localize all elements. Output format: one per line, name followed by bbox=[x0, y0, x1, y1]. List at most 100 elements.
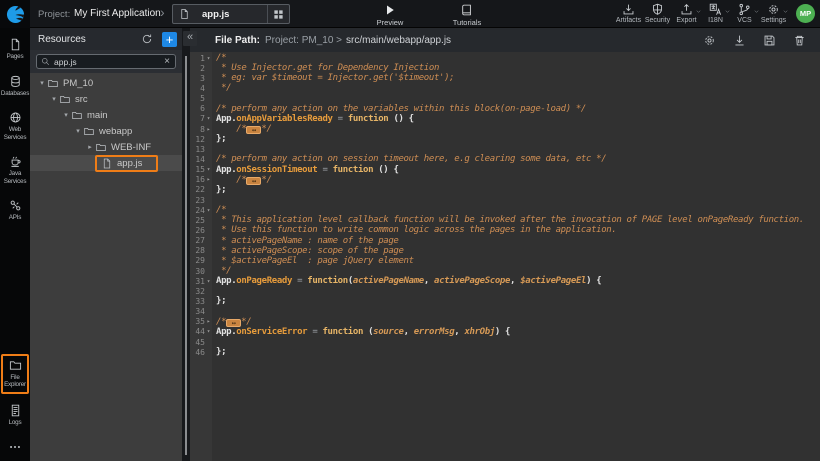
sidebar-item-pages[interactable]: Pages bbox=[0, 35, 30, 65]
code-line-14[interactable]: 14/* perform any action on session timeo… bbox=[190, 154, 820, 164]
tree-expand-icon[interactable]: ▾ bbox=[49, 95, 59, 103]
code-line-31[interactable]: 31▾App.onPageReady = function(activePage… bbox=[190, 276, 820, 286]
code-token: onPageReady bbox=[236, 276, 292, 286]
code-line-33[interactable]: 33}; bbox=[190, 296, 820, 306]
code-line-45[interactable]: 45 bbox=[190, 337, 820, 347]
code-line-5[interactable]: 5 bbox=[190, 94, 820, 104]
code-line-7[interactable]: 7▾App.onAppVariablesReady = function () … bbox=[190, 114, 820, 124]
code-line-32[interactable]: 32 bbox=[190, 286, 820, 296]
code-line-44[interactable]: 44▾App.onServiceError = function (source… bbox=[190, 327, 820, 337]
tree-item-src[interactable]: ▾ src bbox=[30, 91, 182, 107]
fold-toggle-icon[interactable]: ▾ bbox=[205, 207, 212, 214]
code-line-24[interactable]: 24▾/* bbox=[190, 205, 820, 215]
project-label: Project: bbox=[38, 9, 70, 20]
collapsed-code-icon[interactable]: ↔ bbox=[246, 126, 261, 134]
preview-button[interactable]: Preview bbox=[366, 4, 414, 27]
sidebar-more-button[interactable] bbox=[0, 437, 30, 461]
save-button[interactable] bbox=[763, 34, 776, 47]
code-line-15[interactable]: 15▾App.onSessionTimeout = function () { bbox=[190, 165, 820, 175]
tree-expand-icon[interactable]: ▾ bbox=[37, 79, 47, 87]
tree-item-main[interactable]: ▾main bbox=[30, 107, 182, 123]
tree-item-label: src bbox=[75, 94, 88, 105]
fold-toggle-icon[interactable]: ▾ bbox=[205, 328, 212, 335]
code-line-35[interactable]: 35▸/*↔*/ bbox=[190, 317, 820, 327]
tutorials-button[interactable]: Tutorials bbox=[443, 4, 491, 27]
code-line-16[interactable]: 16▸ /*↔*/ bbox=[190, 175, 820, 185]
tree-expand-icon[interactable]: ▾ bbox=[73, 127, 83, 135]
line-number: 28 bbox=[190, 246, 205, 255]
fold-toggle-icon[interactable]: ▸ bbox=[205, 318, 212, 325]
database-icon bbox=[9, 75, 22, 88]
sidebar-item-label: Logs bbox=[9, 419, 22, 427]
gear-button[interactable] bbox=[703, 34, 716, 47]
code-line-4[interactable]: 4 */ bbox=[190, 83, 820, 93]
sidebar-item-web-services[interactable]: Web Services bbox=[0, 108, 30, 145]
code-line-26[interactable]: 26 * Use this function to write common l… bbox=[190, 225, 820, 235]
tab-grid-button[interactable] bbox=[267, 5, 289, 23]
code-line-22[interactable]: 22}; bbox=[190, 185, 820, 195]
tree-item-pm-10[interactable]: ▾PM_10 bbox=[30, 75, 182, 91]
search-input[interactable]: app.js × bbox=[36, 54, 176, 69]
tree-expand-icon[interactable]: ▸ bbox=[85, 143, 95, 151]
fold-toggle-icon[interactable]: ▾ bbox=[205, 278, 212, 285]
sidebar-item-label: APIs bbox=[9, 214, 22, 222]
topbar-item-settings[interactable]: Settings bbox=[759, 3, 788, 24]
resources-panel: Resources + app.js × ▾PM_10▾src▾main▾web… bbox=[30, 28, 182, 461]
code-text: * This application level callback functi… bbox=[212, 215, 804, 225]
panel-resize-handle[interactable] bbox=[185, 56, 187, 455]
code-line-23[interactable]: 23 bbox=[190, 195, 820, 205]
download-button[interactable] bbox=[733, 34, 746, 47]
code-line-6[interactable]: 6/* perform any action on the variables … bbox=[190, 104, 820, 114]
fold-toggle-icon[interactable]: ▸ bbox=[205, 126, 212, 133]
tree-item-webapp[interactable]: ▾webapp bbox=[30, 123, 182, 139]
chev-down-icon bbox=[782, 8, 789, 15]
code-line-2[interactable]: 2 * Use Injector.get for Dependency Inje… bbox=[190, 63, 820, 73]
sidebar-item-apis[interactable]: APIs bbox=[0, 196, 30, 226]
code-text: }; bbox=[212, 347, 226, 357]
collapse-panel-button[interactable]: « bbox=[183, 31, 197, 46]
clear-search-icon[interactable]: × bbox=[164, 57, 170, 67]
line-number: 33 bbox=[190, 297, 205, 306]
collapsed-code-icon[interactable]: ↔ bbox=[246, 177, 261, 185]
topbar-item-i18n[interactable]: I18N bbox=[701, 3, 730, 24]
tree-item-label: WEB-INF bbox=[111, 142, 151, 153]
code-line-3[interactable]: 3 * eg: var $timeout = Injector.get('$ti… bbox=[190, 73, 820, 83]
refresh-icon[interactable] bbox=[141, 33, 153, 45]
fold-toggle-icon[interactable]: ▸ bbox=[205, 176, 212, 183]
sidebar-item-logs[interactable]: Logs bbox=[0, 401, 30, 431]
tree-item-web-inf[interactable]: ▸ WEB-INF bbox=[30, 139, 182, 155]
topbar-item-export[interactable]: Export bbox=[672, 3, 701, 24]
user-avatar[interactable]: MP bbox=[796, 4, 815, 23]
tree-item-app-js[interactable]: app.js bbox=[30, 155, 182, 171]
code-line-29[interactable]: 29 * $activePageEl : page jQuery element bbox=[190, 256, 820, 266]
code-line-34[interactable]: 34 bbox=[190, 307, 820, 317]
code-line-46[interactable]: 46}; bbox=[190, 347, 820, 357]
fold-toggle-icon[interactable]: ▾ bbox=[205, 55, 212, 62]
code-text: App.onSessionTimeout = function () { bbox=[212, 165, 399, 175]
fold-toggle-icon[interactable]: ▾ bbox=[205, 166, 212, 173]
code-line-25[interactable]: 25 * This application level callback fun… bbox=[190, 215, 820, 225]
sidebar-item-java-services[interactable]: Java Services bbox=[0, 152, 30, 189]
trash-button[interactable] bbox=[793, 34, 806, 47]
sidebar-item-file-explorer[interactable]: File Explorer bbox=[1, 354, 29, 394]
topbar-item-artifacts[interactable]: Artifacts bbox=[614, 3, 643, 24]
line-number: 44 bbox=[190, 327, 205, 336]
code-line-8[interactable]: 8▸ /*↔*/ bbox=[190, 124, 820, 134]
code-line-28[interactable]: 28 * activePageScope: scope of the page bbox=[190, 246, 820, 256]
code-line-13[interactable]: 13 bbox=[190, 144, 820, 154]
code-line-30[interactable]: 30 */ bbox=[190, 266, 820, 276]
line-number: 13 bbox=[190, 145, 205, 154]
topbar-item-security[interactable]: Security bbox=[643, 3, 672, 24]
tab-app-js[interactable]: app.js bbox=[172, 4, 290, 24]
fold-toggle-icon[interactable]: ▾ bbox=[205, 115, 212, 122]
code-token: }; bbox=[216, 185, 226, 195]
add-resource-button[interactable]: + bbox=[162, 32, 177, 47]
topbar-item-vcs[interactable]: VCS bbox=[730, 3, 759, 24]
code-line-12[interactable]: 12}; bbox=[190, 134, 820, 144]
sidebar-item-databases[interactable]: Databases bbox=[0, 72, 30, 102]
code-line-1[interactable]: 1▾/* bbox=[190, 53, 820, 63]
code-line-27[interactable]: 27 * activePageName : name of the page bbox=[190, 236, 820, 246]
collapsed-code-icon[interactable]: ↔ bbox=[226, 319, 241, 327]
app-logo[interactable] bbox=[0, 0, 30, 28]
tree-expand-icon[interactable]: ▾ bbox=[61, 111, 71, 119]
